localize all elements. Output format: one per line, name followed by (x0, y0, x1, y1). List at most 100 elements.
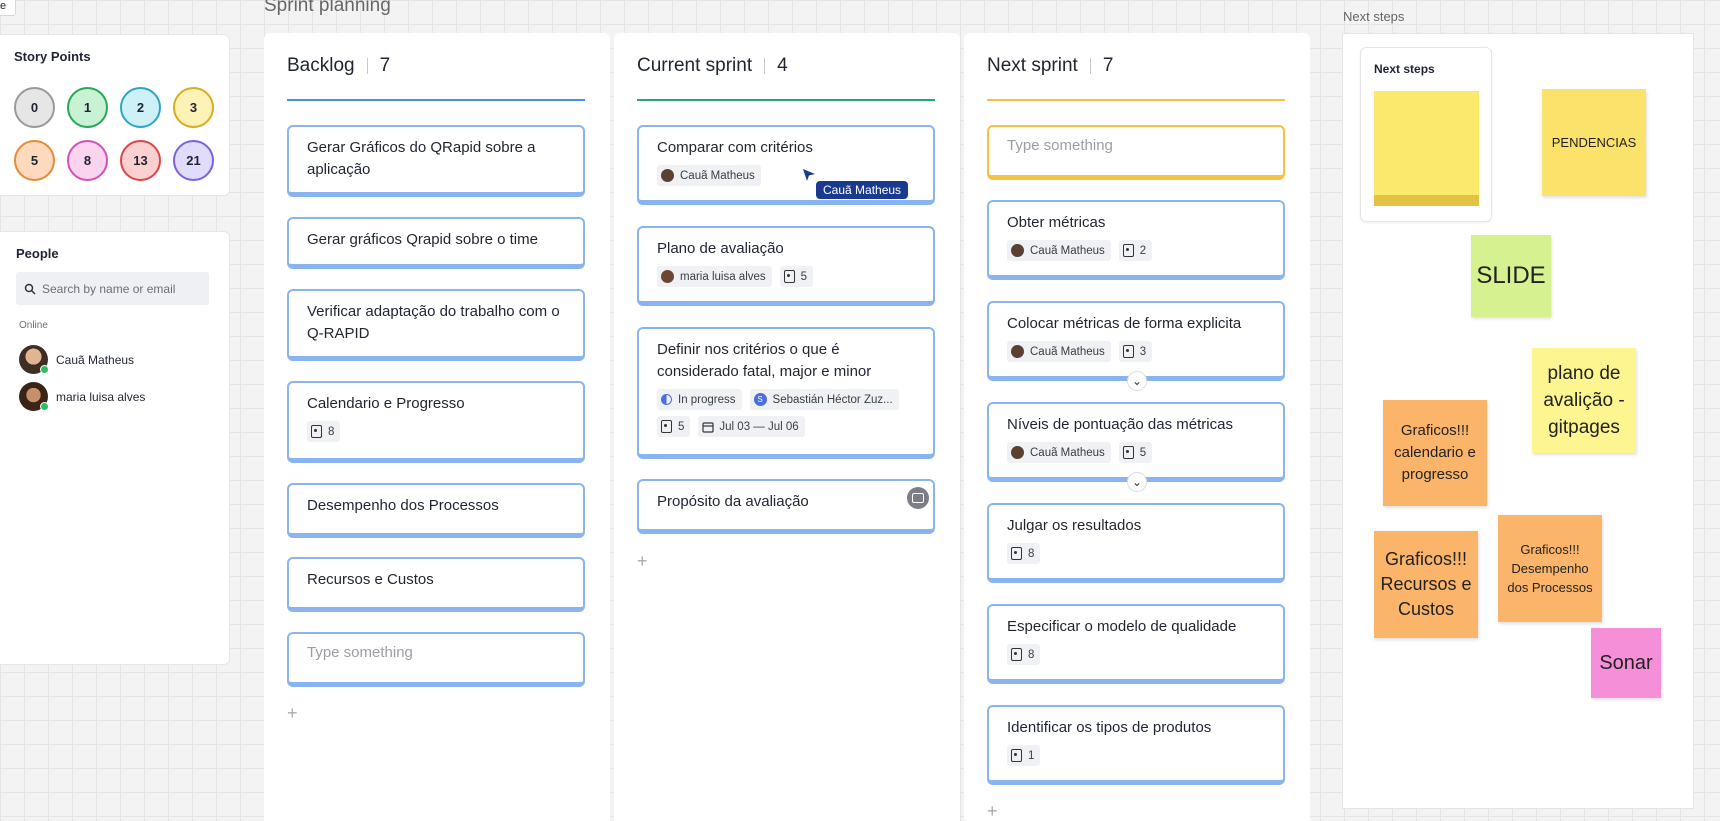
new-card-input[interactable]: Type something (287, 632, 585, 687)
card[interactable]: Obter métricas Cauã Matheus 2 (987, 200, 1285, 280)
assignee-tag[interactable]: Cauã Matheus (1007, 442, 1111, 463)
divider (764, 58, 766, 74)
story-points-icon (1122, 244, 1134, 257)
column-current-sprint: Current sprint 4 Comparar com critérios … (614, 33, 960, 821)
story-points-tag[interactable]: 8 (307, 421, 341, 442)
board-title: Sprint planning (264, 0, 391, 16)
assignee-name: Cauã Matheus (1030, 446, 1105, 459)
card-title: Plano de avaliação (657, 240, 784, 257)
dates-text: Jul 03 — Jul 06 (719, 420, 799, 433)
add-card-button[interactable]: + (637, 551, 648, 572)
story-point-2[interactable]: 2 (120, 87, 161, 128)
story-points-tag[interactable]: 3 (1118, 341, 1153, 362)
card-title: Especificar o modelo de qualidade (1007, 618, 1237, 635)
online-status-dot (40, 402, 49, 411)
story-point-5[interactable]: 5 (14, 140, 55, 181)
person-name: Cauã Matheus (56, 352, 135, 367)
sticky-pendencias[interactable]: PENDENCIAS (1542, 89, 1646, 196)
people-search[interactable] (16, 272, 209, 305)
collaborator-cursor-label: Cauã Matheus (815, 180, 910, 200)
points-value: 2 (1139, 244, 1147, 257)
sticky-graficos-recursos[interactable]: Graficos!!! Recursos e Custos (1374, 531, 1478, 638)
story-points-tag[interactable]: 5 (657, 416, 691, 437)
assignee-tag[interactable]: S Sebastián Héctor Zuz... (749, 389, 899, 410)
card[interactable]: Julgar os resultados 8 (987, 503, 1285, 583)
assignee-tag[interactable]: Cauã Matheus (657, 165, 761, 186)
story-point-8[interactable]: 8 (67, 140, 108, 181)
new-card-input[interactable]: Type something (987, 125, 1285, 180)
sticky-graficos-desempenho[interactable]: Graficos!!! Desempenho dos Processos (1498, 515, 1602, 622)
story-points-tag[interactable]: 1 (1007, 745, 1041, 766)
card[interactable]: Gerar Gráficos do QRapid sobre a aplicaç… (287, 125, 585, 197)
story-points-icon (661, 420, 672, 433)
column-backlog: Backlog 7 Gerar Gráficos do QRapid sobre… (264, 33, 610, 821)
card[interactable]: Identificar os tipos de produtos 1 (987, 705, 1285, 785)
points-value: 5 (800, 270, 808, 283)
points-value: 5 (678, 420, 685, 433)
story-point-3[interactable]: 3 (173, 87, 214, 128)
points-value: 5 (1139, 446, 1147, 459)
frame-label: Next steps (1343, 9, 1405, 24)
story-points-icon (1011, 547, 1022, 560)
card[interactable]: Gerar gráficos Qrapid sobre o time (287, 217, 585, 269)
card-title: Recursos e Custos (307, 571, 434, 588)
card-title: Gerar gráficos Qrapid sobre o time (307, 231, 538, 248)
sticky-plano-avaliacao[interactable]: plano de avalição -gitpages (1532, 348, 1636, 453)
card[interactable]: Desempenho dos Processos (287, 483, 585, 538)
story-point-0[interactable]: 0 (14, 87, 55, 128)
story-points-title: Story Points (14, 49, 91, 64)
sticky-sonar[interactable]: Sonar (1591, 628, 1661, 698)
card[interactable]: Verificar adaptação do trabalho com o Q-… (287, 289, 585, 361)
people-title: People (16, 246, 59, 261)
card-title: Gerar Gráficos do QRapid sobre a aplicaç… (307, 139, 536, 178)
in-progress-icon (661, 394, 672, 405)
divider (1089, 58, 1091, 74)
corner-button[interactable]: e (0, 0, 16, 16)
story-points-tag[interactable]: 5 (1118, 442, 1153, 463)
card[interactable]: Especificar o modelo de qualidade 8 (987, 604, 1285, 684)
assignee-name: Cauã Matheus (1030, 244, 1105, 257)
dates-tag[interactable]: Jul 03 — Jul 06 (698, 416, 805, 437)
story-points-tag[interactable]: 8 (1007, 644, 1041, 665)
next-steps-card[interactable]: Next steps (1360, 47, 1492, 222)
card[interactable]: Calendario e Progresso 8 (287, 381, 585, 463)
column-accent-line (637, 99, 935, 101)
story-point-13[interactable]: 13 (120, 140, 161, 181)
chevron-down-icon[interactable]: ⌄ (1127, 472, 1147, 492)
story-points-icon (1011, 749, 1022, 762)
card[interactable]: Recursos e Custos (287, 557, 585, 612)
divider (366, 58, 368, 74)
assignee-tag[interactable]: Cauã Matheus (1007, 341, 1111, 362)
story-points-icon (1122, 345, 1134, 358)
sticky-note-icon (1374, 91, 1479, 195)
card-title: Colocar métricas de forma explicita (1007, 315, 1242, 332)
card[interactable]: Plano de avaliação maria luisa alves 5 (637, 226, 935, 306)
person-caua[interactable]: Cauã Matheus (19, 345, 134, 374)
avatar: S (753, 393, 767, 406)
story-points-tag[interactable]: 2 (1118, 240, 1153, 261)
card-title: Julgar os resultados (1007, 517, 1142, 534)
add-card-button[interactable]: + (287, 703, 298, 724)
assignee-tag[interactable]: Cauã Matheus (1007, 240, 1111, 261)
assignee-tag[interactable]: maria luisa alves (657, 266, 772, 287)
story-point-21[interactable]: 21 (173, 140, 214, 181)
open-panel-icon[interactable] (907, 487, 929, 509)
avatar (1011, 345, 1024, 358)
status-tag[interactable]: In progress (657, 389, 742, 410)
card[interactable]: Propósito da avaliação (637, 479, 935, 534)
collaborator-cursor-icon (803, 169, 815, 181)
card[interactable]: Definir nos critérios o que é considerad… (637, 327, 935, 459)
search-icon (24, 283, 36, 295)
online-status-dot (40, 365, 49, 374)
story-point-1[interactable]: 1 (67, 87, 108, 128)
story-points-tag[interactable]: 5 (779, 266, 814, 287)
sticky-graficos-calendario[interactable]: Graficos!!! calendario e progresso (1383, 400, 1487, 506)
chevron-down-icon[interactable]: ⌄ (1127, 371, 1147, 391)
sticky-slide[interactable]: SLIDE (1471, 235, 1551, 317)
story-points-tag[interactable]: 8 (1007, 543, 1041, 564)
card[interactable]: Colocar métricas de forma explicita Cauã… (987, 301, 1285, 381)
person-maria[interactable]: maria luisa alves (19, 382, 145, 411)
people-search-input[interactable] (42, 281, 202, 296)
card[interactable]: Níveis de pontuação das métricas Cauã Ma… (987, 402, 1285, 482)
add-card-button[interactable]: + (987, 801, 998, 821)
